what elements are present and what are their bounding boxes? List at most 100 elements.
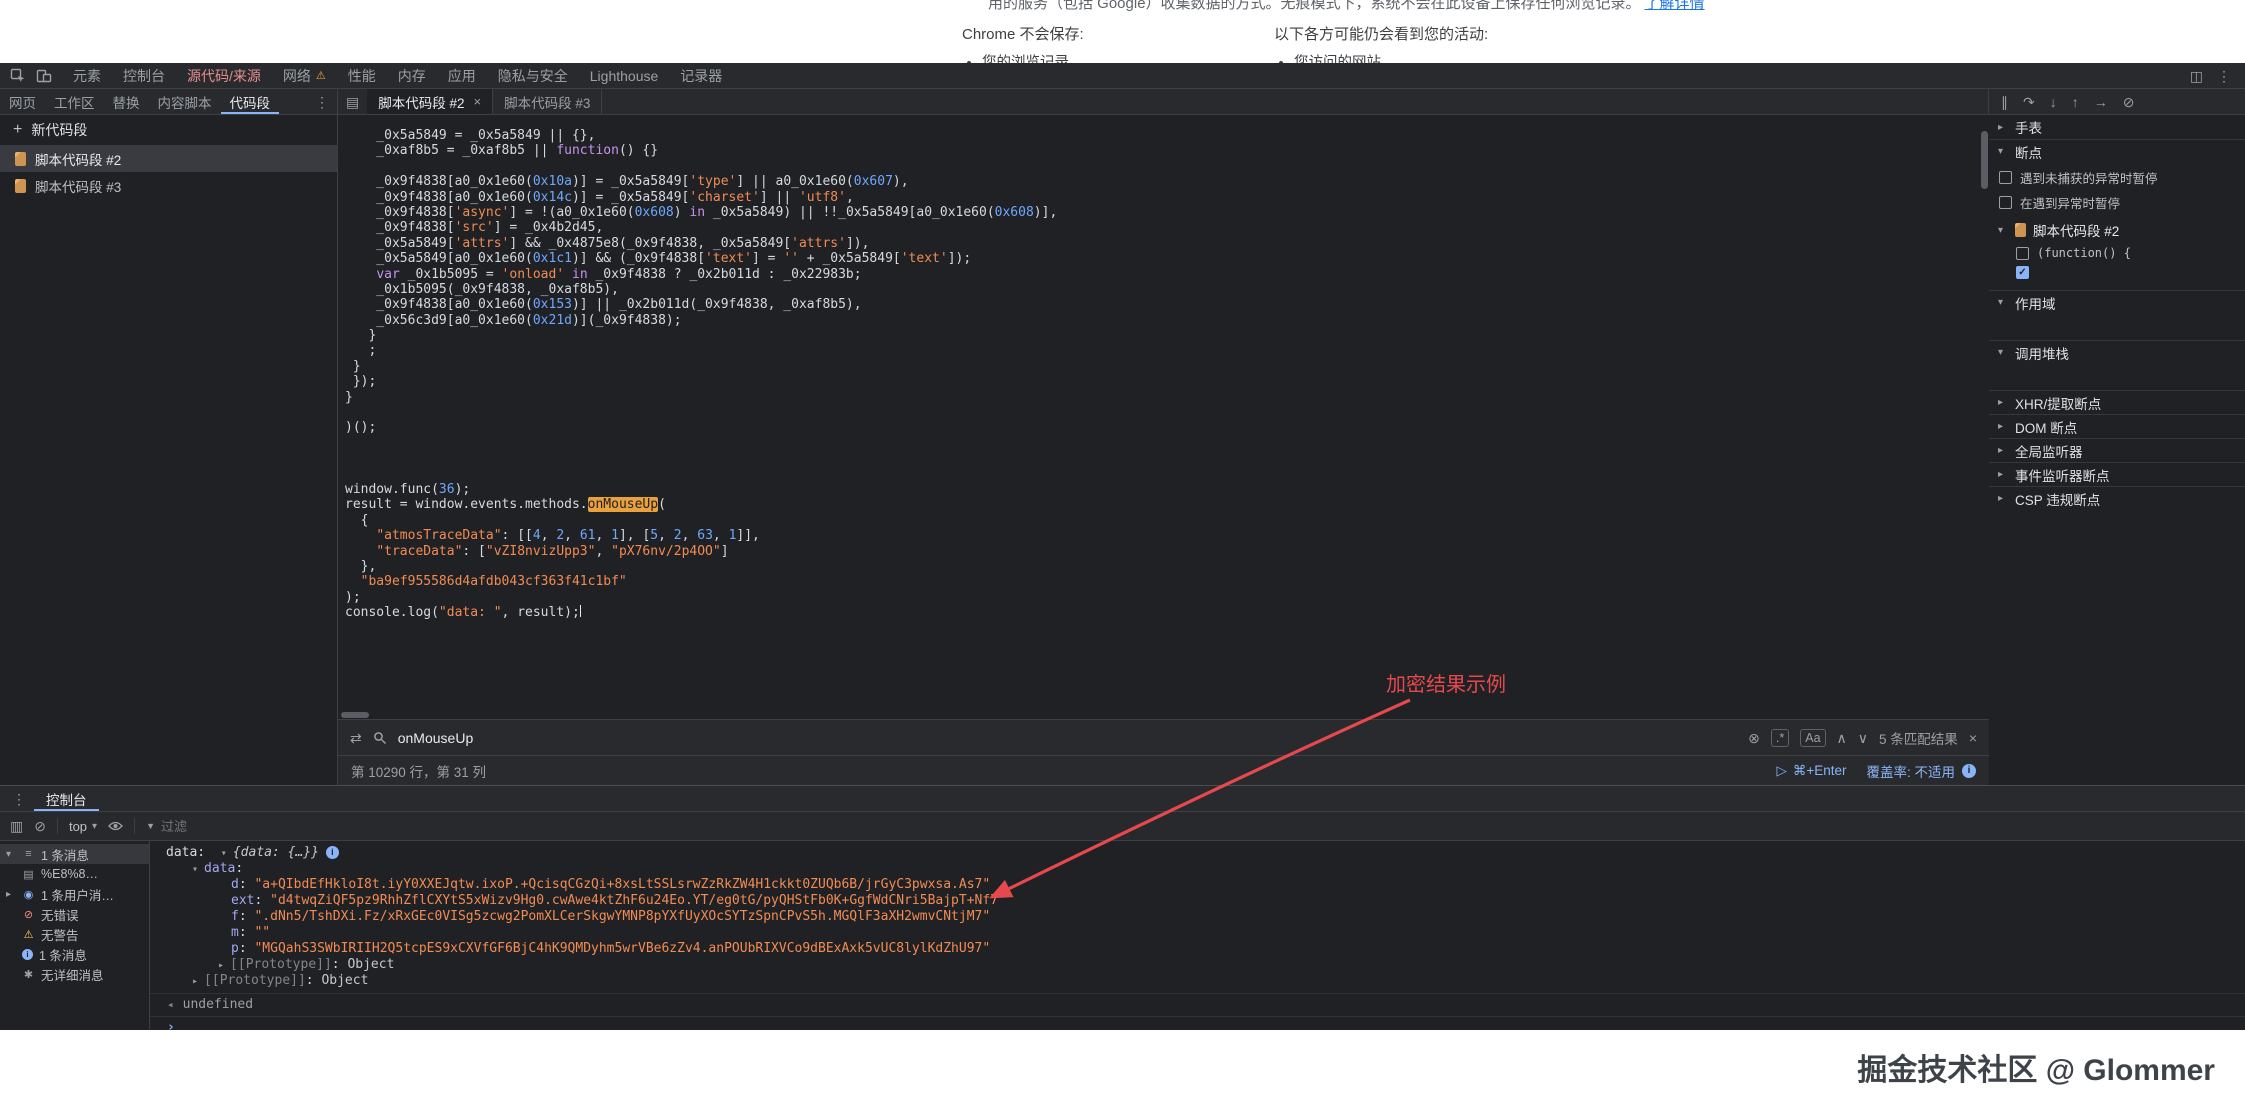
breakpoints-section-header[interactable]: ▾ 断点 (1989, 139, 2245, 163)
editor-tab-snippet-2[interactable]: 脚本代码段 #2 × (367, 89, 493, 114)
code-line[interactable]: } (345, 390, 1989, 405)
nav-tab-workspace[interactable]: 工作区 (45, 89, 104, 114)
console-sidebar-toggle-icon[interactable]: ▥ (10, 819, 23, 833)
watch-section-header[interactable]: ▸ 手表 (1989, 115, 2245, 139)
info-icon[interactable]: i (326, 846, 339, 859)
clear-console-icon[interactable]: ⊘ (34, 819, 46, 833)
new-snippet-button[interactable]: + 新代码段 (0, 115, 337, 145)
device-toolbar-icon[interactable] (36, 68, 52, 84)
pause-on-uncaught-row[interactable]: 遇到未捕获的异常时暂停 (1989, 165, 2245, 190)
find-input[interactable] (398, 730, 1737, 746)
snippet-item-2[interactable]: 脚本代码段 #2 (0, 145, 337, 172)
breakpoint-file-group[interactable]: ▾ 脚本代码段 #2 (1989, 215, 2245, 243)
console-object-row[interactable]: ▸ [[Prototype]]: Object (150, 957, 2245, 973)
console-object-row[interactable]: m: "" (150, 925, 2245, 941)
expand-caret-icon[interactable]: ▸ (218, 960, 230, 971)
deactivate-breakpoints-icon[interactable]: ⊘ (2123, 95, 2135, 109)
expand-caret-icon[interactable]: ▸ (192, 976, 204, 987)
open-file-list-icon[interactable]: ▤ (338, 95, 367, 109)
more-options-icon[interactable]: ⋮ (2217, 69, 2231, 83)
console-object-row[interactable]: ext: "d4twqZiQF5pz9RhhZflCXYtS5xWizv9Hg0… (150, 893, 2245, 909)
expand-caret-icon[interactable]: ▾ (192, 864, 204, 875)
console-prompt[interactable]: › (150, 1016, 2245, 1030)
csp-violation-breakpoints-header[interactable]: ▸ CSP 违规断点 (1989, 486, 2245, 510)
close-icon[interactable]: × (474, 94, 482, 109)
step-out-icon[interactable]: ↑ (2072, 95, 2079, 109)
console-sidebar-user-messages[interactable]: ▸ ◉ 1 条用户消… (0, 884, 149, 904)
console-sidebar-file[interactable]: ▤ %E8%8… (0, 864, 149, 884)
code-lines[interactable]: _0x5a5849 = _0x5a5849 || {}, _0xaf8b5 = … (338, 115, 1989, 621)
previous-match-icon[interactable]: ∧ (1837, 731, 1847, 745)
code-line[interactable]: }, (345, 559, 1989, 574)
code-line[interactable]: )(); (345, 420, 1989, 435)
coverage-link[interactable]: 覆盖率: 不适用 i (1866, 761, 1976, 781)
tab-console[interactable]: 控制台 (112, 63, 176, 88)
dom-breakpoints-header[interactable]: ▸ DOM 断点 (1989, 414, 2245, 438)
close-find-icon[interactable]: × (1969, 731, 1977, 745)
code-line[interactable]: _0x5a5849 = _0x5a5849 || {}, (345, 128, 1989, 143)
code-line[interactable]: var _0x1b5095 = 'onload' in _0x9f4838 ? … (345, 267, 1989, 282)
code-line[interactable]: } (345, 328, 1989, 343)
code-line[interactable]: } (345, 359, 1989, 374)
tab-performance[interactable]: 性能 (337, 63, 387, 88)
run-snippet-button[interactable]: ▷ ⌘+Enter (1776, 763, 1846, 779)
scope-section-header[interactable]: ▾ 作用域 (1989, 290, 2245, 314)
code-line[interactable] (345, 436, 1989, 451)
regex-toggle-icon[interactable]: .* (1771, 729, 1789, 747)
code-line[interactable]: window.func(36); (345, 482, 1989, 497)
code-line[interactable]: { (345, 513, 1989, 528)
code-line[interactable]: _0x9f4838[a0_0x1e60(0x153)] || _0x2b011d… (345, 297, 1989, 312)
replace-toggle-icon[interactable]: ⇄ (350, 731, 362, 745)
code-line[interactable]: "ba9ef955586d4afdb043cf363f41c1bf" (345, 574, 1989, 589)
console-object-row[interactable]: ▸ [[Prototype]]: Object (150, 973, 2245, 989)
nav-tab-page[interactable]: 网页 (0, 89, 45, 114)
code-line[interactable] (345, 159, 1989, 174)
step-icon[interactable]: → (2094, 95, 2108, 109)
breakpoint-entry[interactable]: (function() { (1989, 243, 2245, 263)
code-line[interactable] (345, 405, 1989, 420)
pause-on-caught-row[interactable]: 在遇到异常时暂停 (1989, 190, 2245, 215)
pause-script-icon[interactable]: ∥ (2001, 95, 2008, 109)
code-line[interactable] (345, 467, 1989, 482)
code-line[interactable]: ; (345, 343, 1989, 358)
tab-application[interactable]: 应用 (437, 63, 487, 88)
tab-memory[interactable]: 内存 (387, 63, 437, 88)
console-filter-input[interactable] (161, 819, 381, 834)
console-object-row[interactable]: data: ▾ {data: {…}}i (150, 845, 2245, 861)
checkbox-checked[interactable]: ✓ (2016, 266, 2029, 279)
code-line[interactable]: _0x9f4838['async'] = !(a0_0x1e60(0x608) … (345, 205, 1989, 220)
tab-privacy-security[interactable]: 隐私与安全 (487, 63, 579, 88)
checkbox-unchecked[interactable] (1999, 171, 2012, 184)
tab-network[interactable]: 网络⚠ (272, 63, 337, 88)
code-line[interactable]: _0xaf8b5 = _0xaf8b5 || function() {} (345, 143, 1989, 158)
console-sidebar-warnings[interactable]: ⚠ 无警告 (0, 924, 149, 944)
code-editor[interactable]: _0x5a5849 = _0x5a5849 || {}, _0xaf8b5 = … (338, 115, 1989, 719)
console-sidebar-verbose[interactable]: ✱ 无详细消息 (0, 964, 149, 984)
console-object-row[interactable]: ▾ data: (150, 861, 2245, 877)
tab-lighthouse[interactable]: Lighthouse (579, 63, 670, 88)
step-into-icon[interactable]: ↓ (2050, 95, 2057, 109)
expand-caret-icon[interactable]: ▾ (221, 848, 233, 859)
code-line[interactable]: result = window.events.methods.onMouseUp… (345, 497, 1989, 512)
clear-search-icon[interactable]: ⊗ (1748, 731, 1760, 745)
code-line[interactable]: }); (345, 374, 1989, 389)
code-line[interactable]: _0x5a5849[a0_0x1e60(0x1c1)] && (_0x9f483… (345, 251, 1989, 266)
code-line[interactable]: _0x9f4838['src'] = _0x4b2d45, (345, 220, 1989, 235)
tab-sources[interactable]: 源代码/来源 (176, 63, 272, 88)
drawer-menu-icon[interactable]: ⋮ (4, 792, 34, 806)
code-line[interactable]: _0x56c3d9[a0_0x1e60(0x21d)](_0x9f4838); (345, 313, 1989, 328)
console-object-row[interactable]: p: "MGQahS3SWbIRIIH2Q5tcpES9xCXVfGF6BjC4… (150, 941, 2245, 957)
step-over-icon[interactable]: ↷ (2023, 95, 2035, 109)
next-match-icon[interactable]: ∨ (1858, 731, 1868, 745)
editor-tab-snippet-3[interactable]: 脚本代码段 #3 (493, 89, 602, 114)
editor-horizontal-scrollbar[interactable] (338, 711, 1989, 719)
event-listener-breakpoints-header[interactable]: ▸ 事件监听器断点 (1989, 462, 2245, 486)
code-line[interactable]: console.log("data: ", result); (345, 605, 1989, 620)
nav-tab-overrides[interactable]: 替换 (104, 89, 149, 114)
dock-side-icon[interactable]: ◫ (2190, 69, 2203, 83)
code-line[interactable]: _0x9f4838[a0_0x1e60(0x14c)] = _0x5a5849[… (345, 190, 1989, 205)
live-expression-eye-icon[interactable] (108, 820, 123, 832)
breakpoint-entry[interactable]: ✓ (1989, 263, 2245, 282)
learn-more-link[interactable]: 了解详情 (1645, 0, 1705, 12)
console-sidebar-info[interactable]: i 1 条消息 (0, 944, 149, 964)
